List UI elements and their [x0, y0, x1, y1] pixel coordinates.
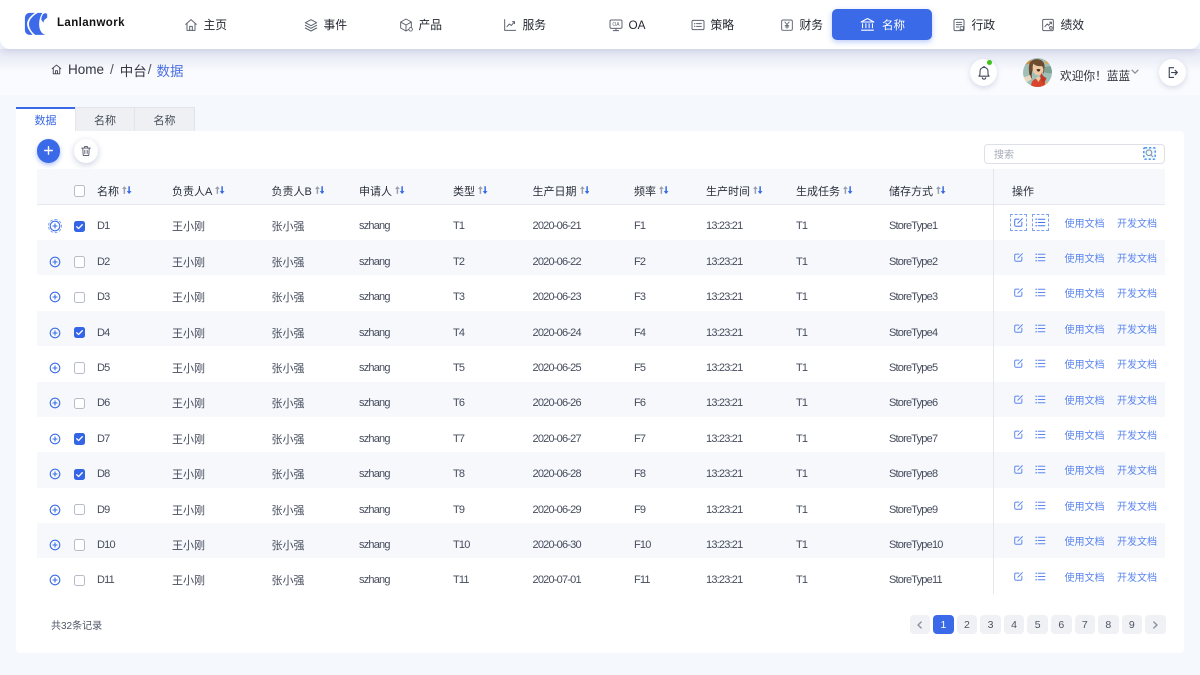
svg-text:OA: OA — [612, 22, 620, 28]
